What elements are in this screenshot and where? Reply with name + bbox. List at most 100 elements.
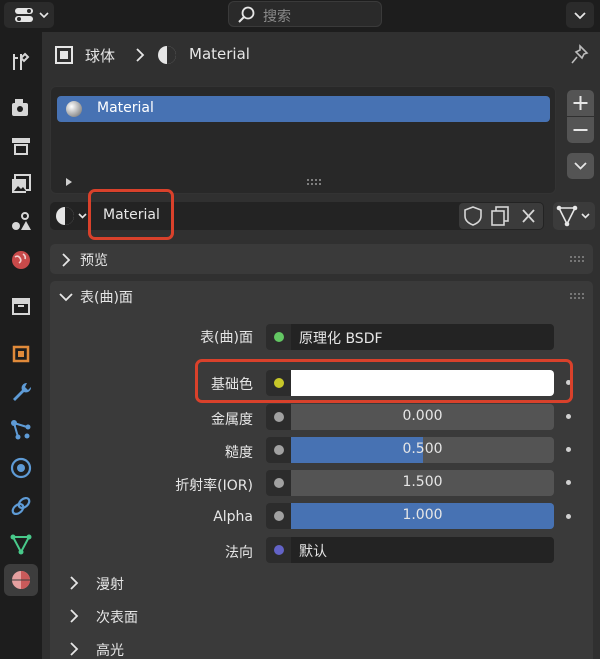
tab-world[interactable] <box>4 244 38 276</box>
float-socket-dot <box>274 478 284 488</box>
browse-material-button[interactable] <box>52 202 90 230</box>
metallic-value: 0.000 <box>402 408 443 424</box>
duplicate-material-button[interactable] <box>487 203 514 229</box>
particles-icon <box>11 420 31 440</box>
chevron-down-icon <box>574 162 587 170</box>
metallic-socket[interactable] <box>266 404 292 430</box>
unlink-material-button[interactable] <box>514 203 543 229</box>
chevron-down-icon <box>574 12 586 20</box>
subpanel-diffuse-header[interactable]: 漫射 <box>50 568 593 598</box>
float-socket-dot <box>274 412 284 422</box>
scene-icon <box>12 212 31 230</box>
tool-icon <box>13 52 30 70</box>
search-input[interactable]: 搜索 <box>228 1 382 27</box>
tab-material[interactable] <box>4 564 38 596</box>
panel-preview-label: 预览 <box>80 253 108 269</box>
surface-shader-selector[interactable]: 原理化 BSDF <box>291 324 554 350</box>
pin-icon[interactable] <box>570 44 590 66</box>
search-icon <box>238 6 255 23</box>
normal-value: 默认 <box>299 544 327 560</box>
panel-preview-header[interactable]: 预览 <box>50 244 593 274</box>
constraints-icon <box>11 496 31 516</box>
shader-socket[interactable] <box>266 324 292 350</box>
shader-socket-dot <box>274 332 284 342</box>
plus-icon <box>573 96 588 110</box>
node-tree-icon <box>556 205 590 227</box>
subpanel-subsurface-header[interactable]: 次表面 <box>50 601 593 631</box>
chevron-right-icon <box>70 576 79 590</box>
physics-icon <box>10 457 32 479</box>
float-socket-dot <box>274 445 284 455</box>
data-icon <box>10 534 32 555</box>
tab-physics[interactable] <box>4 452 38 484</box>
panel-surface-header[interactable]: 表(曲)面 <box>50 281 593 311</box>
object-icon <box>55 46 73 64</box>
ior-label: 折射率(IOR) <box>175 478 253 494</box>
subpanel-specular-header[interactable]: 高光 <box>50 634 593 659</box>
roughness-socket[interactable] <box>266 437 292 463</box>
shield-icon <box>464 206 482 226</box>
slot-specials-button[interactable] <box>567 153 594 179</box>
tab-data[interactable] <box>4 528 38 560</box>
float-socket-dot <box>274 511 284 521</box>
duplicate-icon <box>491 206 509 226</box>
chevron-right-icon <box>136 48 145 62</box>
tab-object[interactable] <box>4 338 38 370</box>
ior-field[interactable]: 1.500 <box>291 470 554 496</box>
alpha-socket[interactable] <box>266 503 292 529</box>
roughness-slider[interactable]: 0.500 <box>291 437 554 463</box>
ior-value: 1.500 <box>402 474 443 490</box>
options-dropdown-button[interactable] <box>566 2 594 28</box>
tab-tool[interactable] <box>4 46 38 78</box>
subpanel-subsurface-label: 次表面 <box>96 610 138 626</box>
chevron-down-icon <box>59 293 73 302</box>
metallic-slider[interactable]: 0.000 <box>291 404 554 430</box>
drag-grip-icon[interactable] <box>569 292 585 300</box>
keyframe-dot[interactable] <box>566 514 571 519</box>
add-slot-button[interactable] <box>567 90 594 116</box>
tab-modifier[interactable] <box>4 376 38 408</box>
material-sphere-icon <box>66 101 82 117</box>
properties-tab-column <box>0 32 42 659</box>
fake-user-button[interactable] <box>459 203 487 229</box>
modifier-icon <box>13 382 32 401</box>
material-icon <box>12 571 30 589</box>
metallic-label: 金属度 <box>211 412 253 428</box>
alpha-label: Alpha <box>213 509 253 525</box>
editor-type-button[interactable] <box>4 2 54 28</box>
subpanel-diffuse-label: 漫射 <box>96 577 124 593</box>
tab-collection[interactable] <box>4 290 38 322</box>
subpanel-specular-label: 高光 <box>96 643 124 659</box>
normal-input-selector[interactable]: 默认 <box>291 537 554 563</box>
highlight-box-material-name <box>88 189 174 240</box>
drag-grip-icon[interactable] <box>569 255 585 263</box>
world-icon <box>12 251 30 269</box>
tab-scene[interactable] <box>4 206 38 238</box>
ior-socket[interactable] <box>266 470 292 496</box>
material-sphere-icon <box>56 207 87 225</box>
tab-constraints[interactable] <box>4 490 38 522</box>
tab-view-layer[interactable] <box>4 168 38 200</box>
breadcrumb: 球体 Material <box>52 40 592 70</box>
keyframe-dot[interactable] <box>566 414 571 419</box>
keyframe-dot[interactable] <box>566 447 571 452</box>
alpha-value: 1.000 <box>402 507 443 523</box>
object-icon <box>12 345 30 363</box>
resize-grip-icon[interactable] <box>306 178 324 186</box>
normal-socket[interactable] <box>266 537 292 563</box>
material-slot-label: Material <box>97 100 154 116</box>
tab-particles[interactable] <box>4 414 38 446</box>
panel-surface-label: 表(曲)面 <box>80 290 133 306</box>
node-link-button[interactable] <box>553 202 595 230</box>
roughness-label: 糙度 <box>225 445 253 461</box>
alpha-slider[interactable]: 1.000 <box>291 503 554 529</box>
keyframe-dot[interactable] <box>566 480 571 485</box>
tab-output[interactable] <box>4 130 38 162</box>
close-icon <box>522 209 535 223</box>
roughness-value: 0.500 <box>402 441 443 457</box>
search-placeholder: 搜索 <box>263 9 291 25</box>
remove-slot-button[interactable] <box>567 117 594 143</box>
expand-triangle-icon[interactable] <box>64 177 74 187</box>
tab-render[interactable] <box>4 92 38 124</box>
highlight-box-base-color <box>195 359 573 403</box>
